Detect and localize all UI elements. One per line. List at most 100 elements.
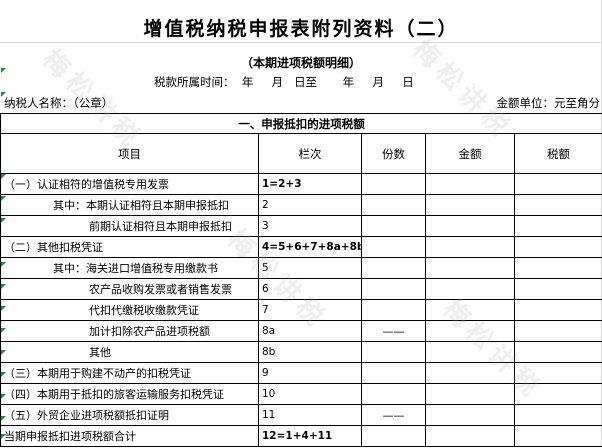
period-month-end: 月 <box>372 75 384 89</box>
table-row: （五）外贸企业进项税额抵扣证明 11 —— <box>0 404 602 426</box>
row-line-no[interactable]: 9 <box>258 362 362 384</box>
column-header-amount: 金额 <box>425 133 515 174</box>
form-subtitle: （本期进项税额明细） <box>240 56 361 70</box>
table-row: （四）本期用于抵扣的旅客运输服务扣税凭证 10 <box>0 383 602 405</box>
table-row: 其中：本期认证相符且本期申报抵扣 2 <box>0 194 602 216</box>
row-item[interactable]: （一）认证相符的增值税专用发票 <box>0 173 259 195</box>
row-line-no[interactable]: 11 <box>258 404 362 426</box>
row-item[interactable]: （三）本期用于购建不动产的扣税凭证 <box>0 362 259 384</box>
row-tax-cell[interactable] <box>513 194 602 216</box>
row-line-no[interactable]: 7 <box>258 299 362 321</box>
row-copies-cell[interactable] <box>361 236 426 258</box>
row-tax-cell[interactable] <box>513 299 602 321</box>
period-year-end: 年 <box>342 75 355 89</box>
row-copies-cell[interactable] <box>361 278 426 300</box>
row-copies-cell[interactable] <box>361 215 426 237</box>
row-copies-cell[interactable] <box>361 194 426 216</box>
row-line-no[interactable]: 8b <box>258 341 362 363</box>
period-day-end: 日 <box>402 75 414 89</box>
row-item[interactable]: （二）其他扣税凭证 <box>0 236 259 258</box>
grid-divider <box>0 42 602 43</box>
row-amount-cell[interactable] <box>425 383 515 405</box>
row-tax-cell[interactable] <box>513 278 602 300</box>
cell-marker-icon <box>1 434 6 439</box>
taxpayer-name-label: 纳税人名称：（公章） <box>4 96 114 110</box>
row-line-no[interactable]: 2 <box>258 194 362 216</box>
row-amount-cell[interactable] <box>425 236 515 258</box>
row-item[interactable]: 当期申报抵扣进项税额合计 <box>0 425 259 447</box>
row-amount-cell[interactable] <box>425 257 515 279</box>
row-item[interactable]: 代扣代缴税收缴款凭证 <box>0 299 259 321</box>
row-copies-cell[interactable] <box>361 362 426 384</box>
spreadsheet-sheet: 增值税纳税申报表附列资料（二） （本期进项税额明细） 税款所属时间： 年 月 日… <box>0 0 602 448</box>
row-item[interactable]: 加计扣除农产品进项税额 <box>0 320 259 342</box>
row-amount-cell[interactable] <box>425 278 515 300</box>
form-title: 增值税纳税申报表附列资料（二） <box>143 18 459 40</box>
row-line-no[interactable]: 5 <box>258 257 362 279</box>
cell-marker-icon <box>1 416 6 421</box>
row-tax-cell[interactable] <box>513 320 602 342</box>
row-line-no[interactable]: 1=2+3 <box>258 173 362 195</box>
row-item[interactable]: 其中：本期认证相符且本期申报抵扣 <box>0 194 259 216</box>
row-amount-cell[interactable] <box>425 425 515 447</box>
row-copies-cell[interactable] <box>361 257 426 279</box>
table-row: 农产品收购发票或者销售发票 6 <box>0 278 602 300</box>
row-line-no[interactable]: 10 <box>258 383 362 405</box>
row-tax-cell[interactable] <box>513 215 602 237</box>
column-header-tax: 税额 <box>513 133 602 174</box>
row-item[interactable]: 其他 <box>0 341 259 363</box>
cell-marker-icon <box>1 218 6 223</box>
section-title: 一、申报抵扣的进项税额 <box>0 113 602 134</box>
table-row: 代扣代缴税收缴款凭证 7 <box>0 299 602 321</box>
table-row: （一）认证相符的增值税专用发票 1=2+3 <box>0 173 602 195</box>
row-copies-cell[interactable] <box>361 173 426 195</box>
row-item[interactable]: 其中：海关进口增值税专用缴款书 <box>0 257 259 279</box>
cell-marker-icon <box>1 372 6 377</box>
row-copies-cell[interactable] <box>361 299 426 321</box>
cell-marker-icon <box>1 306 6 311</box>
row-amount-cell[interactable] <box>425 341 515 363</box>
row-item[interactable]: （五）外贸企业进项税额抵扣证明 <box>0 404 259 426</box>
row-amount-cell[interactable] <box>425 362 515 384</box>
row-copies-cell[interactable] <box>361 341 426 363</box>
table-row: （三）本期用于购建不动产的扣税凭证 9 <box>0 362 602 384</box>
cell-marker-icon <box>1 328 6 333</box>
input-tax-table: 一、申报抵扣的进项税额 项目 栏次 份数 金额 税额 （一）认证相符的增值税专用… <box>0 113 602 447</box>
row-amount-cell[interactable] <box>425 299 515 321</box>
row-amount-cell[interactable] <box>425 320 515 342</box>
row-line-no[interactable]: 6 <box>258 278 362 300</box>
row-line-no[interactable]: 8a <box>258 320 362 342</box>
row-item[interactable]: （四）本期用于抵扣的旅客运输服务扣税凭证 <box>0 383 259 405</box>
row-tax-cell[interactable] <box>513 236 602 258</box>
row-amount-cell[interactable] <box>425 173 515 195</box>
row-line-no[interactable]: 4=5+6+7+8a+8b <box>258 236 362 258</box>
row-amount-cell[interactable] <box>425 404 515 426</box>
cell-marker-icon <box>1 196 6 201</box>
row-copies-cell[interactable]: —— <box>361 404 426 426</box>
row-copies-cell[interactable]: —— <box>361 320 426 342</box>
row-line-no[interactable]: 12=1+4+11 <box>258 425 362 447</box>
table-row: （二）其他扣税凭证 4=5+6+7+8a+8b <box>0 236 602 258</box>
row-item[interactable]: 前期认证相符且本期申报抵扣 <box>0 215 259 237</box>
table-row: 其中：海关进口增值税专用缴款书 5 <box>0 257 602 279</box>
cell-marker-icon <box>1 262 6 267</box>
row-item[interactable]: 农产品收购发票或者销售发票 <box>0 278 259 300</box>
row-tax-cell[interactable] <box>513 257 602 279</box>
row-copies-cell[interactable] <box>361 425 426 447</box>
row-line-no[interactable]: 3 <box>258 215 362 237</box>
row-tax-cell[interactable] <box>513 341 602 363</box>
row-tax-cell[interactable] <box>513 362 602 384</box>
tax-period: 税款所属时间： 年 月 日至 年 月 日 <box>154 74 414 90</box>
row-copies-cell[interactable] <box>361 383 426 405</box>
tax-period-label: 税款所属时间： <box>154 75 235 89</box>
row-tax-cell[interactable] <box>513 404 602 426</box>
row-amount-cell[interactable] <box>425 215 515 237</box>
table-row: 其他 8b <box>0 341 602 363</box>
cell-marker-icon <box>1 174 6 179</box>
period-month-start: 月 <box>271 75 284 89</box>
row-amount-cell[interactable] <box>425 194 515 216</box>
row-tax-cell[interactable] <box>513 173 602 195</box>
row-tax-cell[interactable] <box>513 425 602 447</box>
row-tax-cell[interactable] <box>513 383 602 405</box>
period-day-start: 日至 <box>294 75 318 89</box>
